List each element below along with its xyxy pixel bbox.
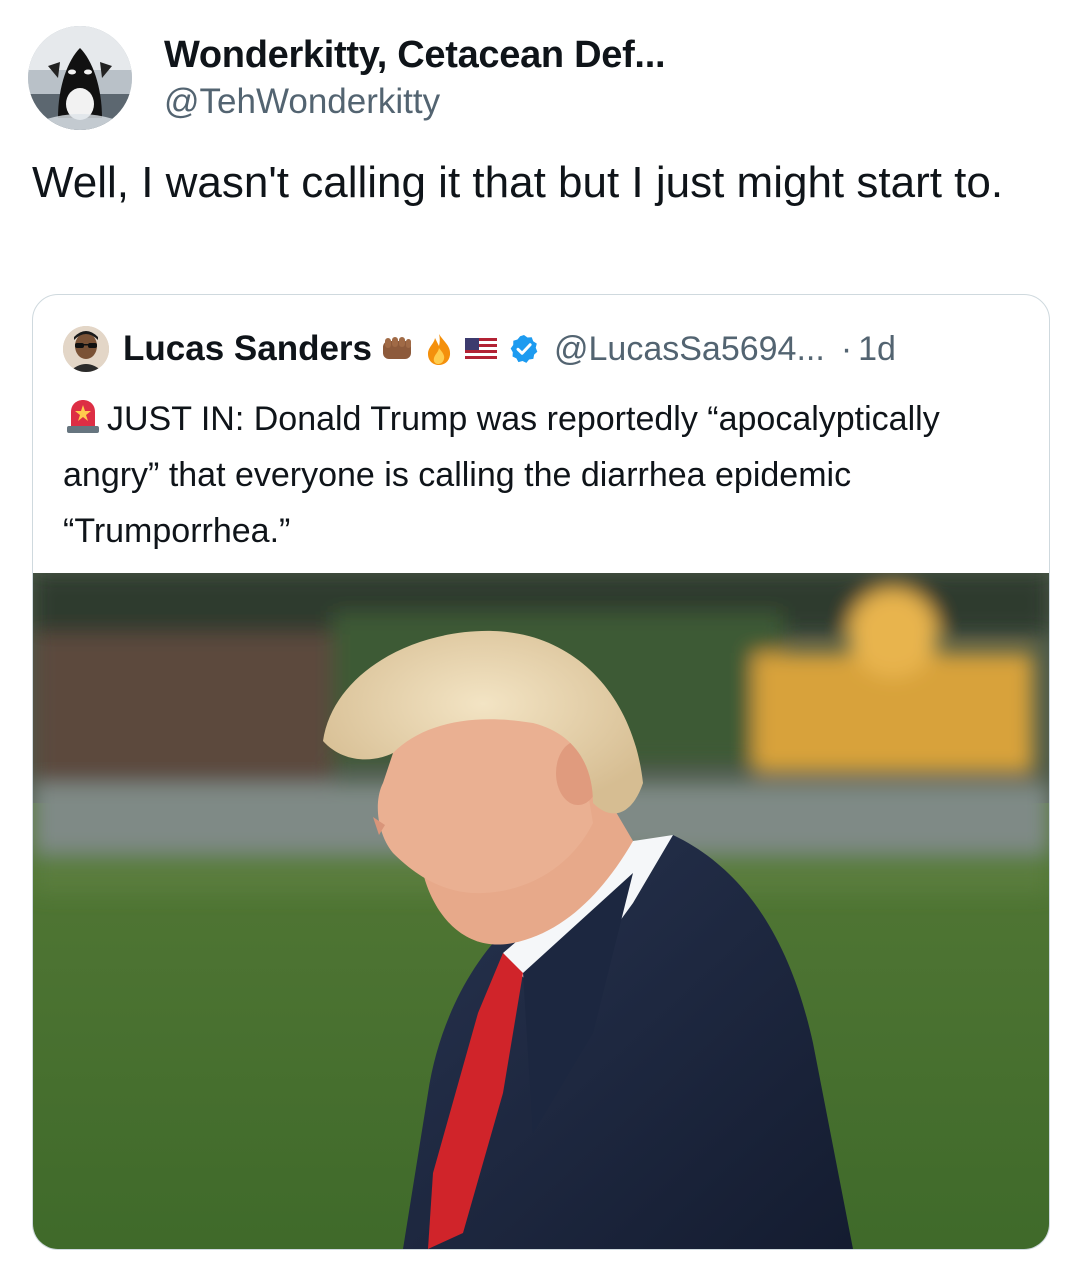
author-avatar[interactable] [28,26,132,130]
author-handle[interactable]: @TehWonderkitty [164,80,665,124]
siren-emoji-icon [67,400,99,433]
tweet-header: Wonderkitty, Cetacean Def... @TehWonderk… [28,26,666,130]
us-flag-emoji-icon [465,338,497,360]
quoted-author-avatar[interactable] [63,326,109,372]
quoted-tweet-header: Lucas Sanders @LucasSa5694... · 1d [63,325,896,373]
fist-emoji-icon [383,337,411,359]
verified-badge-icon [510,335,538,363]
quoted-author-handle[interactable]: @LucasSa5694... [554,330,825,369]
fire-emoji-icon [428,334,451,365]
separator-dot: · [840,329,853,368]
tweet-text: Well, I wasn't calling it that but I jus… [32,158,1004,207]
author-display-name[interactable]: Wonderkitty, Cetacean Def... [164,32,666,78]
quoted-tweet-card[interactable]: Lucas Sanders @LucasSa5694... · 1d JUST … [32,294,1050,1250]
quoted-tweet-photo[interactable] [33,573,1049,1249]
orca-avatar-icon [28,26,132,130]
quoted-tweet-text-block: JUST IN: Donald Trump was reportedly “ap… [63,391,1023,559]
quoted-author-display-name[interactable]: Lucas Sanders [123,329,372,369]
quoted-tweet-text: JUST IN: Donald Trump was reportedly “ap… [63,400,940,550]
person-avatar-icon [63,326,109,372]
quoted-tweet-time[interactable]: 1d [858,330,896,369]
